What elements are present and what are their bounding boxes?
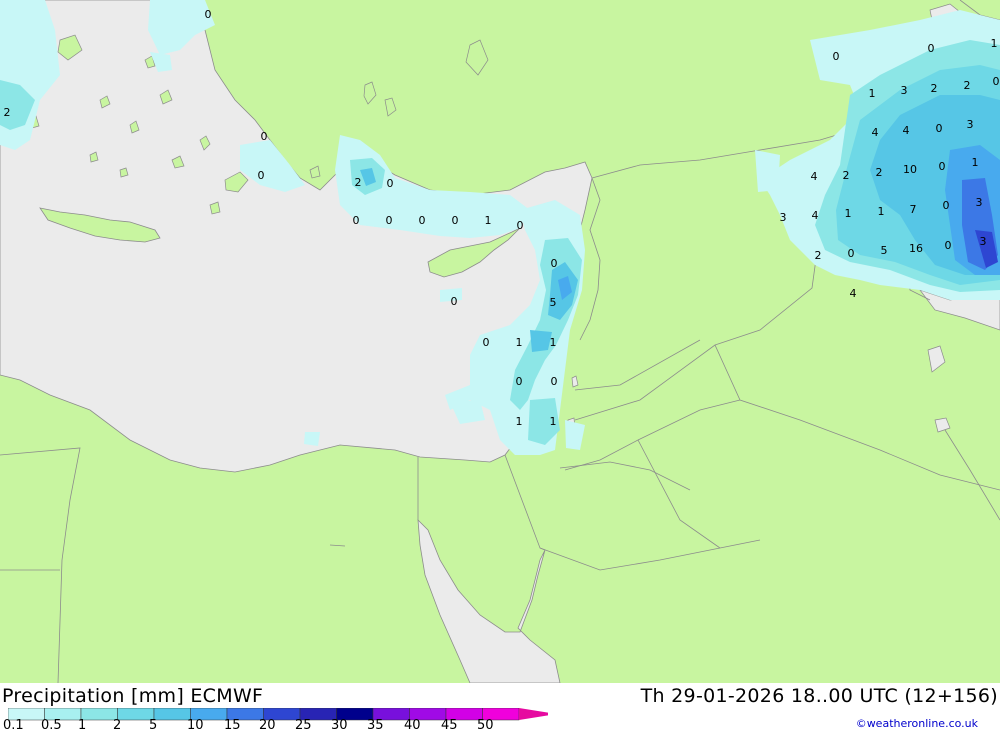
precip-value-label: 0 [258, 169, 265, 182]
precip-value-label: 0 [928, 42, 935, 55]
precip-value-label: 4 [811, 170, 818, 183]
precip-value-label: 2 [843, 169, 850, 182]
precip-value-label: 2 [931, 82, 938, 95]
precip-value-label: 0 [848, 247, 855, 260]
scale-label: 1 [78, 718, 87, 733]
scale-label: 35 [367, 718, 384, 733]
scale-label: 10 [187, 718, 204, 733]
precip-value-label: 2 [815, 249, 822, 262]
precip-value-label: 2 [964, 79, 971, 92]
precip-value-label: 2 [876, 166, 883, 179]
precip-value-label: 7 [910, 203, 917, 216]
scale-label: 50 [477, 718, 494, 733]
precip-value-label: 2 [4, 106, 11, 119]
precip-value-label: 1 [869, 87, 876, 100]
scale-arrow [519, 708, 548, 720]
precip-value-label: 0 [386, 214, 393, 227]
scale-label: 30 [331, 718, 348, 733]
precip-value-label: 0 [943, 199, 950, 212]
precip-value-label: 0 [833, 50, 840, 63]
precip-value-label: 4 [903, 124, 910, 137]
precip-value-label: 3 [780, 211, 787, 224]
color-scale [8, 708, 548, 721]
precip-value-label: 0 [353, 214, 360, 227]
precip-value-label: 0 [205, 8, 212, 21]
scale-label: 5 [149, 718, 158, 733]
precip-value-label: 0 [483, 336, 490, 349]
precip-value-label: 1 [845, 207, 852, 220]
precip-value-label: 1 [550, 415, 557, 428]
scale-label: 2 [113, 718, 122, 733]
precip-value-label: 0 [945, 239, 952, 252]
precip-value-label: 4 [872, 126, 879, 139]
precip-value-label: 1 [991, 37, 998, 50]
scale-label: 20 [259, 718, 276, 733]
precip-value-label: 1 [550, 336, 557, 349]
precip-value-label: 0 [939, 160, 946, 173]
precip-value-label: 0 [451, 295, 458, 308]
precip-value-label: 1 [972, 156, 979, 169]
footer: Precipitation [mm] ECMWF Th 29-01-2026 1… [0, 683, 1000, 733]
precip-value-label: 0 [993, 75, 1000, 88]
precip-value-label: 1 [516, 415, 523, 428]
scale-label: 0.5 [41, 718, 62, 733]
precip-value-label: 0 [419, 214, 426, 227]
precip-value-label: 1 [878, 205, 885, 218]
precip-value-label: 16 [909, 242, 923, 255]
valid-time: Th 29-01-2026 18..00 UTC (12+156) [640, 685, 998, 707]
precip-value-label: 3 [901, 84, 908, 97]
precip-value-label: 4 [850, 287, 857, 300]
precip-value-label: 0 [261, 130, 268, 143]
precip-value-label: 5 [550, 296, 557, 309]
precip-value-label: 1 [485, 214, 492, 227]
precipitation-map: 02002 00 0 0 0 1 00500 1 10 01 100 12 2 01 34 4 0 34 2 2 10 0… [0, 0, 1000, 683]
precip-value-label: 0 [551, 257, 558, 270]
scale-label: 15 [224, 718, 241, 733]
precip-value-label: 0 [516, 375, 523, 388]
precip-value-label: 3 [980, 235, 987, 248]
precip-value-label: 0 [936, 122, 943, 135]
precip-value-label: 3 [976, 196, 983, 209]
scale-label: 40 [404, 718, 421, 733]
precip-value-label: 10 [903, 163, 917, 176]
scale-label: 0.1 [3, 718, 24, 733]
precip-value-label: 0 [517, 219, 524, 232]
precip-value-label: 5 [881, 244, 888, 257]
precip-value-label: 0 [452, 214, 459, 227]
precip-value-label: 4 [812, 209, 819, 222]
credit-text: ©weatheronline.co.uk [855, 717, 978, 730]
precip-value-label: 0 [551, 375, 558, 388]
scale-label: 25 [295, 718, 312, 733]
product-title: Precipitation [mm] ECMWF [2, 685, 264, 707]
precip-value-label: 2 [355, 176, 362, 189]
scale-swatch [153, 708, 191, 721]
scale-label: 45 [441, 718, 458, 733]
precip-value-label: 3 [967, 118, 974, 131]
precip-value-label: 0 [387, 177, 394, 190]
precip-value-label: 1 [516, 336, 523, 349]
